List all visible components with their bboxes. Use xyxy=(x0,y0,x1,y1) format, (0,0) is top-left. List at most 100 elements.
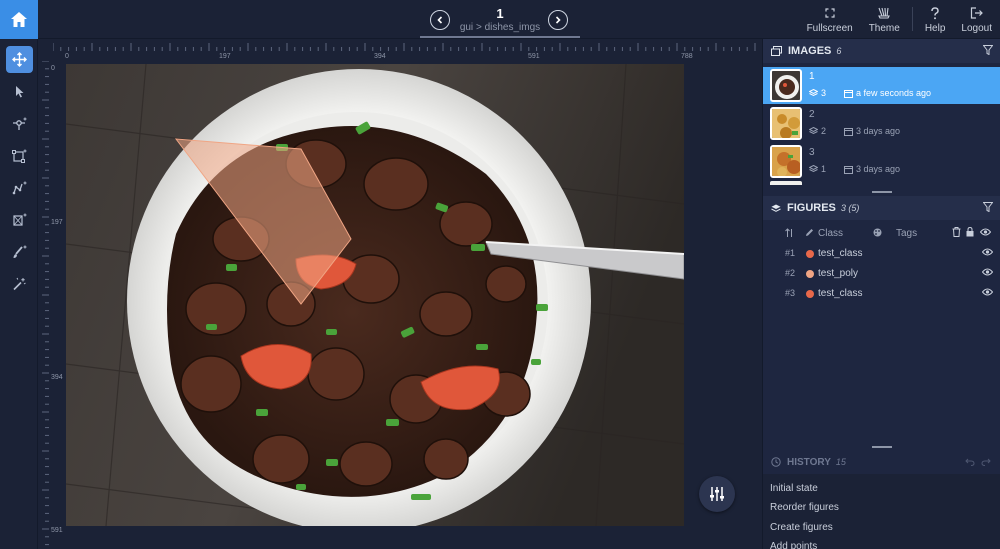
ruler-label: 591 xyxy=(51,527,63,534)
polygon-tool-button[interactable] xyxy=(6,206,33,233)
color-column-button[interactable] xyxy=(873,228,882,240)
figure-class: test_poly xyxy=(818,268,859,279)
move-tool-button[interactable] xyxy=(6,46,33,73)
breadcrumb-separator: > xyxy=(475,22,482,33)
figure-class: test_class xyxy=(818,248,863,259)
calendar-icon xyxy=(844,127,854,136)
fullscreen-icon xyxy=(825,8,835,18)
images-count: 6 xyxy=(836,46,842,56)
ruler-ticks-left xyxy=(42,60,49,546)
figure-row[interactable]: #1 test_class xyxy=(763,244,1000,264)
point-tool-icon xyxy=(12,117,26,130)
redo-icon xyxy=(981,458,991,466)
tags-column-label: Tags xyxy=(896,228,918,239)
images-resize-handle[interactable] xyxy=(872,191,892,193)
undo-button[interactable] xyxy=(965,458,975,469)
history-count: 15 xyxy=(835,457,846,467)
palette-icon xyxy=(873,228,882,237)
breadcrumb-project[interactable]: gui xyxy=(460,22,473,33)
logout-button[interactable]: Logout xyxy=(953,0,1000,39)
rectangle-tool-button[interactable] xyxy=(6,142,33,169)
fullscreen-button[interactable]: Fullscreen xyxy=(799,0,861,39)
sort-button[interactable] xyxy=(785,228,794,241)
history-list: Initial state Reorder figures Create fig… xyxy=(763,474,1000,549)
history-item[interactable]: Reorder figures xyxy=(770,502,839,513)
image-list-item[interactable]: 2 2 3 days ago xyxy=(763,105,1000,142)
image-meta: 2 3 days ago xyxy=(809,126,900,136)
class-color-dot xyxy=(806,270,814,278)
image-name: 1 xyxy=(809,71,815,82)
figures-filter-button[interactable] xyxy=(982,202,994,215)
figure-number: #1 xyxy=(785,248,796,258)
figure-row[interactable]: #3 test_class xyxy=(763,284,1000,304)
figures-resize-handle[interactable] xyxy=(872,446,892,448)
redo-button[interactable] xyxy=(981,458,991,469)
ruler-label: 0 xyxy=(51,65,55,72)
layers-icon xyxy=(771,204,781,212)
image-list-item[interactable]: 3 1 3 days ago xyxy=(763,143,1000,180)
layers-icon xyxy=(809,127,818,135)
class-color-dot xyxy=(806,250,814,258)
image-settings-button[interactable] xyxy=(699,476,735,512)
undo-icon xyxy=(965,458,975,466)
lock-all-button[interactable] xyxy=(966,226,974,240)
home-icon xyxy=(11,12,27,27)
brush-tool-button[interactable] xyxy=(6,238,33,265)
image-name: 2 xyxy=(809,109,815,120)
sliders-icon xyxy=(710,487,724,501)
theme-icon xyxy=(878,7,891,19)
polyline-tool-button[interactable] xyxy=(6,174,33,201)
ruler-label: 394 xyxy=(51,374,63,381)
filter-icon xyxy=(982,202,994,213)
images-filter-button[interactable] xyxy=(982,45,994,58)
image-list-item[interactable]: 1 3 a few seconds ago xyxy=(763,67,1000,104)
home-button[interactable] xyxy=(0,0,38,39)
breadcrumb-dataset[interactable]: dishes_imgs xyxy=(485,22,541,33)
next-image-button[interactable] xyxy=(548,10,568,30)
eye-icon xyxy=(981,248,994,256)
history-header: HISTORY 15 xyxy=(763,450,1000,474)
image-name: 3 xyxy=(809,147,815,158)
ruler-label: 591 xyxy=(528,53,540,60)
figure-class: test_class xyxy=(818,288,863,299)
figure-visibility-toggle[interactable] xyxy=(981,288,994,299)
navigator-underline xyxy=(420,36,580,38)
figures-header: FIGURES 3 (5) xyxy=(763,196,1000,220)
canvas-area[interactable]: 0 197 394 591 788 0 197 394 591 xyxy=(39,39,762,549)
divider xyxy=(911,7,913,31)
polygon-tool-icon xyxy=(13,213,27,226)
magic-wand-icon xyxy=(13,277,26,290)
delete-all-button[interactable] xyxy=(952,227,961,240)
history-item[interactable]: Initial state xyxy=(770,483,818,494)
image-thumbnail xyxy=(770,145,802,178)
theme-button[interactable]: Theme xyxy=(861,0,908,39)
top-bar: 1 gui > dishes_imgs Fullscreen Theme Hel… xyxy=(0,0,1000,39)
help-button[interactable]: Help xyxy=(917,0,954,39)
vertical-ruler: 0 197 394 591 xyxy=(41,60,63,549)
show-all-button[interactable] xyxy=(979,228,992,239)
figure-visibility-toggle[interactable] xyxy=(981,248,994,259)
history-item[interactable]: Create figures xyxy=(770,522,833,533)
sort-icon xyxy=(785,228,792,237)
tool-palette xyxy=(0,39,38,549)
class-color-dot xyxy=(806,290,814,298)
history-icon xyxy=(771,457,781,467)
annotated-image[interactable] xyxy=(66,64,684,526)
class-column-button[interactable] xyxy=(805,228,814,240)
figure-visibility-toggle[interactable] xyxy=(981,268,994,279)
eye-icon xyxy=(981,268,994,276)
image-time: 3 days ago xyxy=(856,164,901,174)
ruler-label: 394 xyxy=(374,53,386,60)
trash-icon xyxy=(952,227,961,237)
history-item[interactable]: Add points xyxy=(770,541,817,549)
class-column-label: Class xyxy=(818,228,844,239)
right-panel: IMAGES 6 1 3 a few seconds ago 2 2 3 day… xyxy=(762,39,1000,549)
magic-wand-tool-button[interactable] xyxy=(6,270,33,297)
point-tool-button[interactable] xyxy=(6,110,33,137)
rectangle-tool-icon xyxy=(12,149,27,163)
lock-icon xyxy=(966,226,974,237)
eye-icon xyxy=(981,288,994,296)
figure-row[interactable]: #2 test_poly xyxy=(763,264,1000,284)
ruler-label: 197 xyxy=(51,219,63,226)
pointer-tool-button[interactable] xyxy=(6,78,33,105)
